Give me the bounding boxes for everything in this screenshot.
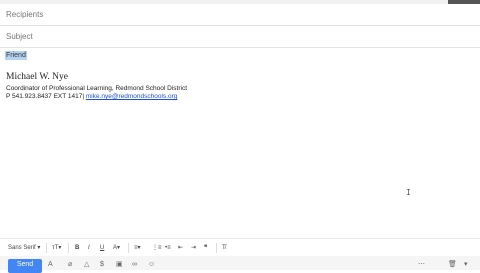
money-icon[interactable]: $ — [100, 260, 104, 270]
toolbar-divider — [68, 243, 69, 253]
quote-icon[interactable]: ❝ — [204, 244, 207, 252]
italic-button[interactable]: I — [88, 244, 90, 252]
emoji-icon[interactable]: ☺ — [148, 260, 155, 270]
options-chevron-icon[interactable]: ▾ — [464, 260, 468, 270]
send-button[interactable]: Send — [8, 259, 42, 273]
text-color-button[interactable]: A▾ — [113, 244, 120, 252]
subject-field[interactable]: Subject — [0, 26, 480, 48]
font-family-label: Sans Serif — [8, 245, 36, 251]
remove-formatting-icon[interactable]: T̸ — [222, 244, 226, 252]
formatting-toolbar: Sans Serif ▾ тT▾ B I U A▾ ≡▾ ⋮≡ •≡ ⇤ ⇥ ❝… — [0, 238, 480, 257]
signature-email-link[interactable]: mike.nye@redmondschools.org — [86, 93, 178, 100]
signature-contact: P 541.923.8437 EXT 1417| mike.nye@redmon… — [6, 93, 177, 100]
attach-icon[interactable]: ⌀ — [68, 260, 72, 270]
font-family-select[interactable]: Sans Serif ▾ — [8, 244, 40, 252]
signature-title: Coordinator of Professional Learning, Re… — [6, 85, 188, 92]
toolbar-divider — [216, 243, 217, 253]
bold-button[interactable]: B — [75, 244, 79, 252]
subject-placeholder: Subject — [6, 32, 33, 41]
link-icon[interactable]: ∞ — [132, 260, 137, 270]
align-icon[interactable]: ≡▾ — [134, 244, 141, 252]
toolbar-divider — [128, 243, 129, 253]
indent-more-icon[interactable]: ⇥ — [191, 244, 196, 252]
numbered-list-icon[interactable]: ⋮≡ — [152, 244, 162, 252]
selected-text[interactable]: Friend — [5, 51, 27, 60]
text-cursor-icon: I — [406, 188, 411, 197]
bulleted-list-icon[interactable]: •≡ — [165, 244, 171, 252]
discard-icon[interactable]: 🗑 — [448, 260, 457, 270]
more-options-icon[interactable]: ⋯ — [418, 260, 425, 270]
signature-phone: P 541.923.8437 EXT 1417| — [6, 93, 85, 100]
recipients-placeholder: Recipients — [6, 10, 44, 19]
underline-button[interactable]: U — [100, 244, 104, 252]
text-color-label: A — [113, 245, 118, 251]
text-size-icon[interactable]: тT▾ — [52, 244, 61, 252]
message-body[interactable]: Friend Michael W. Nye Coordinator of Pro… — [0, 48, 480, 238]
formatting-options-icon[interactable]: A — [48, 260, 53, 270]
photo-icon[interactable]: ▣ — [116, 260, 123, 270]
indent-less-icon[interactable]: ⇤ — [178, 244, 183, 252]
drive-icon[interactable]: △ — [84, 260, 89, 270]
signature-name: Michael W. Nye — [6, 72, 69, 82]
recipients-field[interactable]: Recipients — [0, 4, 480, 26]
toolbar-divider — [46, 243, 47, 253]
